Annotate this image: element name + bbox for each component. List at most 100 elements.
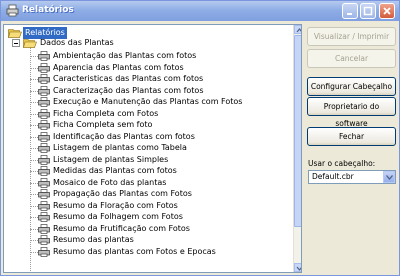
cancel-button[interactable]: Cancelar [307,49,396,68]
report-item[interactable]: Resumo da Floração com Fotos [38,200,180,212]
printer-icon [38,85,50,96]
report-item[interactable]: Propagação das Plantas com Fotos [38,188,194,200]
scroll-down-button[interactable] [294,263,301,272]
report-item[interactable]: Listagem de plantas Simples [38,154,170,166]
report-item[interactable]: Identificação das Plantas com fotos [38,131,197,143]
tree-connector [30,148,38,149]
printer-icon [38,108,50,119]
report-item[interactable]: Resumo da Frutificação com Fotos [38,223,192,235]
vertical-scrollbar[interactable] [293,25,301,272]
tree-connector [30,228,38,230]
tree-connector [30,217,38,218]
printer-icon [38,51,50,61]
tree-connector [30,125,38,126]
software-owner-button[interactable]: Proprietario do software [307,97,396,128]
window-title: Relatórios [22,5,74,15]
collapse-toggle-icon[interactable] [12,39,20,47]
close-button[interactable]: Fechar [307,127,396,146]
tree-connector [30,102,38,103]
report-item[interactable]: Execução e Manutenção das Plantas com Fo… [38,96,244,108]
printer-icon [38,177,50,188]
report-item-label: Ficha Completa com Fotos [53,108,159,118]
report-item[interactable]: Resumo da Folhagem com Fotos [38,211,185,223]
view-print-button[interactable]: Visualizar / Imprimir [307,27,396,46]
tree-connector [30,79,38,80]
report-item-label: Ficha Completa sem foto [53,120,153,129]
tree-connector [30,240,38,241]
scroll-thumb[interactable] [294,35,301,227]
printer-icon [38,223,50,234]
report-item-label: Caracterização das Plantas com fotos [53,85,204,95]
report-item-label: Medidas das Plantas com fotos [53,166,177,175]
report-item-label: Propagação das Plantas com Fotos [53,189,192,198]
report-item-label: Mosaico de Foto das plantas [53,177,167,187]
tree-connector [30,251,38,253]
report-item-label: Caracteristicas das Plantas com fotos [53,74,204,83]
minimize-button[interactable] [342,3,358,19]
scroll-down-icon [296,266,301,271]
printer-icon [38,200,50,211]
tree-group-dados-das-plantas[interactable]: Dados das Plantas [23,37,116,49]
minimize-icon [347,13,352,15]
printer-icon [38,97,50,107]
printer-icon [38,120,50,130]
report-item[interactable]: Ambientação das Plantas com fotos [38,50,198,62]
title-bar[interactable]: Relatórios [1,1,399,21]
report-item-label: Identificação das Plantas com fotos [53,131,195,141]
header-select-dropdown-button[interactable] [383,171,395,183]
tree-connector [30,159,38,161]
close-window-button[interactable] [379,3,395,19]
printer-icon [38,154,50,165]
printer-icon [38,189,50,199]
printer-icon [38,166,50,176]
report-item-label: Resumo da Folhagem com Fotos [53,212,183,221]
header-select-value: Default.cbr [312,172,354,181]
report-item[interactable]: Listagem de plantas como Tabela [38,142,189,154]
scroll-up-button[interactable] [294,25,301,34]
tree-connector [30,90,38,92]
close-icon [383,7,391,15]
tree-connector [30,171,38,172]
tree-connector [30,113,38,115]
report-item-label: Resumo da Floração com Fotos [53,200,178,210]
reports-window: Relatórios Relatórios Dados das Plantas … [0,0,400,276]
tree-connector [30,56,38,57]
open-folder-icon [8,29,22,38]
scroll-up-icon [296,28,301,33]
report-item-label: Resumo da Frutificação com Fotos [53,223,190,233]
report-item-label: Resumo das plantas [53,235,134,244]
maximize-icon [363,6,373,16]
printer-icon [38,131,50,142]
tree-group-label: Dados das Plantas [40,38,114,47]
printer-icon [38,235,50,245]
configure-header-button[interactable]: Configurar Cabeçalho [307,77,396,96]
report-item[interactable]: Resumo das plantas [38,234,136,246]
open-folder-icon [23,39,37,48]
tree-connector [30,182,38,184]
maximize-button[interactable] [360,3,376,19]
printer-icon [38,143,50,153]
printer-icon [6,4,19,17]
report-item-label: Execução e Manutenção das Plantas com Fo… [53,97,243,106]
header-select-label: Usar o cabeçalho: [308,159,376,168]
printer-icon [38,74,50,84]
report-item-label: Listagem de plantas Simples [53,154,169,164]
report-item-label: Resumo das plantas com Fotos e Epocas [53,246,216,256]
report-item[interactable]: Ficha Completa sem foto [38,119,154,131]
report-item[interactable]: Aparencia das Plantas com fotos [38,62,186,74]
report-item[interactable]: Resumo das plantas com Fotos e Epocas [38,246,218,258]
report-item[interactable]: Medidas das Plantas com fotos [38,165,179,177]
report-item-label: Aparencia das Plantas com fotos [53,62,184,72]
report-item-label: Ambientação das Plantas com fotos [53,51,197,60]
tree-connector [30,205,38,207]
report-item-label: Listagem de plantas como Tabela [53,143,187,152]
report-item[interactable]: Caracterização das Plantas com fotos [38,85,206,97]
header-select[interactable]: Default.cbr [308,170,396,184]
report-item[interactable]: Ficha Completa com Fotos [38,108,160,120]
report-item[interactable]: Caracteristicas das Plantas com fotos [38,73,205,85]
printer-icon [38,246,50,257]
report-item[interactable]: Mosaico de Foto das plantas [38,177,168,189]
report-tree[interactable]: Relatórios Dados das Plantas Ambientação… [3,24,302,273]
tree-connector [30,136,38,138]
tree-connector [30,194,38,195]
